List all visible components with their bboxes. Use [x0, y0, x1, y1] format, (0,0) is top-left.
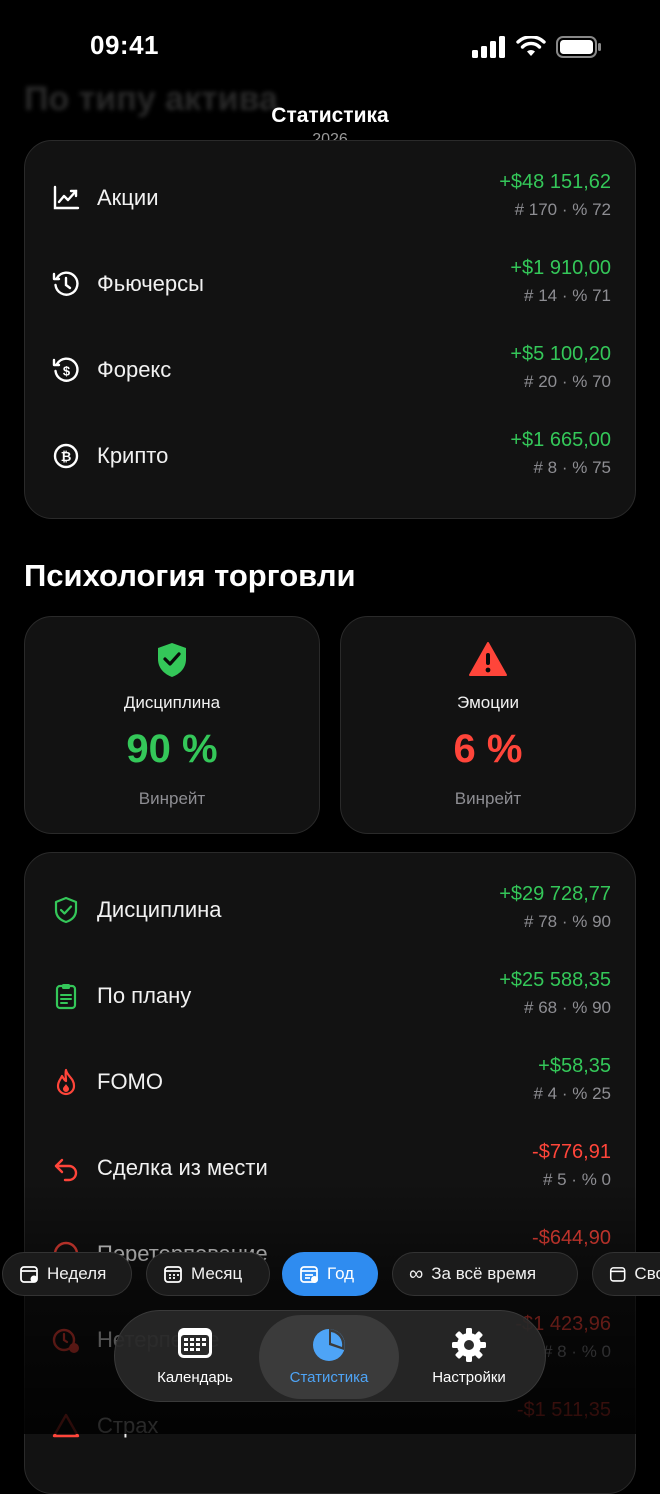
asset-row-stocks[interactable]: Акции +$48 151,62 # 170 · % 72	[25, 157, 635, 243]
stock-chart-icon	[53, 185, 80, 210]
asset-label: Акции	[97, 185, 159, 210]
discipline-value: 90 %	[126, 727, 218, 771]
tab-label: Календарь	[157, 1369, 233, 1386]
emotions-card[interactable]: Эмоции 6 % Винрейт	[340, 616, 636, 834]
psy-label: FOMO	[97, 1069, 163, 1094]
asset-label: Форекс	[97, 357, 172, 382]
chip-custom[interactable]: Сво	[592, 1252, 660, 1296]
chip-label: Год	[327, 1264, 355, 1283]
warning-outline-icon	[52, 1413, 80, 1438]
asset-amount: +$48 151,62	[499, 171, 611, 193]
gear-icon	[399, 1327, 539, 1363]
asset-amount: +$1 910,00	[510, 257, 611, 279]
tab-calendar[interactable]: Календарь	[125, 1311, 265, 1401]
chip-month[interactable]: Месяц	[146, 1252, 270, 1296]
period-filter: Неделя Месяц Год ∞ За всё время Сво	[0, 1252, 660, 1298]
pie-chart-icon	[259, 1327, 399, 1363]
psychology-section-title: Психология торговли	[24, 558, 356, 593]
psy-meta: # 78 · % 90	[524, 912, 611, 931]
status-time: 09:41	[90, 30, 159, 60]
warning-icon	[341, 641, 635, 682]
psy-label: Сделка из мести	[97, 1155, 268, 1180]
psy-meta: # 68 · % 90	[524, 998, 611, 1017]
infinity-icon: ∞	[409, 1262, 424, 1285]
psy-row-discipline[interactable]: Дисциплина +$29 728,77 # 78 · % 90	[25, 869, 635, 955]
tab-statistics[interactable]: Статистика	[259, 1315, 399, 1399]
clock-alert-icon	[52, 1328, 79, 1353]
asset-amount: +$1 665,00	[510, 429, 611, 451]
calendar-icon	[125, 1327, 265, 1359]
asset-row-futures[interactable]: Фьючерсы +$1 910,00 # 14 · % 71	[25, 243, 635, 329]
clipboard-icon	[55, 984, 77, 1010]
calendar-custom-icon	[609, 1267, 626, 1282]
psy-amount: -$776,91	[532, 1141, 611, 1163]
calendar-year-icon	[300, 1266, 318, 1283]
psy-label: Дисциплина	[97, 897, 222, 922]
asset-row-forex[interactable]: $ Форекс +$5 100,20 # 20 · % 70	[25, 329, 635, 415]
psy-amount: +$29 728,77	[499, 883, 611, 905]
discipline-subtitle: Винрейт	[138, 789, 206, 808]
undo-arrow-icon	[54, 1158, 78, 1182]
asset-row-crypto[interactable]: ₿ Крипто +$1 665,00 # 8 · % 75	[25, 415, 635, 501]
chip-label: Месяц	[191, 1264, 243, 1283]
page-title: Статистика	[271, 104, 389, 127]
psy-meta: # 5 · % 0	[542, 1170, 611, 1189]
flame-icon	[56, 1068, 76, 1096]
psy-amount: -$644,90	[532, 1227, 611, 1249]
svg-text:$: $	[63, 364, 71, 379]
cellular-signal-icon	[472, 36, 505, 58]
psy-row-plan[interactable]: По плану +$25 588,35 # 68 · % 90	[25, 955, 635, 1041]
psy-amount: +$58,35	[538, 1055, 611, 1077]
calendar-week-icon	[20, 1266, 38, 1283]
asset-meta: # 20 · % 70	[524, 372, 611, 391]
chip-all-time[interactable]: ∞ За всё время	[392, 1252, 578, 1296]
tab-label: Статистика	[289, 1369, 369, 1386]
psy-row-revenge[interactable]: Сделка из мести -$776,91 # 5 · % 0	[25, 1127, 635, 1213]
asset-label: Крипто	[97, 443, 169, 468]
asset-meta: # 14 · % 71	[524, 286, 611, 305]
wifi-icon	[516, 36, 546, 56]
discipline-title: Дисциплина	[123, 693, 221, 712]
asset-amount: +$5 100,20	[510, 343, 611, 365]
psy-amount: -$1 511,35	[516, 1399, 611, 1421]
asset-label: Фьючерсы	[97, 271, 204, 296]
futures-clock-icon	[52, 271, 79, 296]
battery-icon	[556, 36, 601, 58]
psy-row-fomo[interactable]: FOMO +$58,35 # 4 · % 25	[25, 1041, 635, 1127]
asset-type-card: Акции +$48 151,62 # 170 · % 72 Фьючерсы …	[24, 140, 636, 519]
psy-amount: +$25 588,35	[499, 969, 611, 991]
tab-settings[interactable]: Настройки	[399, 1311, 539, 1401]
tab-bar: Календарь Статистика Настройки	[114, 1310, 546, 1402]
tab-label: Настройки	[432, 1369, 506, 1386]
asset-meta: # 170 · % 72	[514, 200, 611, 219]
calendar-month-icon	[164, 1266, 182, 1283]
shield-check-icon	[54, 896, 78, 924]
shield-check-icon	[25, 641, 319, 684]
emotions-subtitle: Винрейт	[454, 789, 522, 808]
psy-meta: # 4 · % 25	[533, 1084, 612, 1103]
discipline-card[interactable]: Дисциплина 90 % Винрейт	[24, 616, 320, 834]
svg-text:₿: ₿	[61, 449, 72, 464]
chip-label: За всё время	[431, 1264, 537, 1283]
asset-meta: # 8 · % 75	[533, 458, 612, 477]
forex-dollar-icon: $	[52, 357, 79, 382]
chip-year[interactable]: Год	[282, 1252, 378, 1296]
psy-label: Страх	[97, 1413, 159, 1438]
chip-label: Неделя	[47, 1264, 107, 1283]
bitcoin-icon: ₿	[53, 443, 79, 469]
emotions-value: 6 %	[453, 727, 523, 771]
emotions-title: Эмоции	[457, 693, 519, 712]
chip-week[interactable]: Неделя	[2, 1252, 132, 1296]
psy-label: По плану	[97, 983, 192, 1008]
chip-label: Сво	[634, 1264, 660, 1283]
status-icons	[472, 36, 602, 58]
psy-meta: # 8 · % 0	[542, 1342, 611, 1361]
